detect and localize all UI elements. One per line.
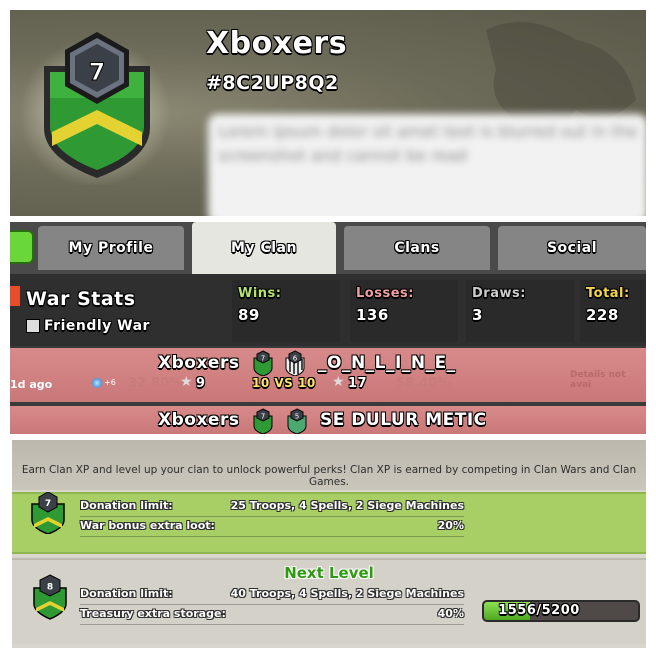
tab-bar: My Profile My Clan Clans Social xyxy=(10,222,646,274)
opponent-badge-icon: 5 xyxy=(287,408,307,434)
tab-social[interactable]: Social xyxy=(498,226,646,270)
perk-row: Donation limit: 25 Troops, 4 Spells, 2 S… xyxy=(80,496,464,517)
perks-intro-text: Earn Clan XP and level up your clan to u… xyxy=(21,464,637,488)
clan-xp-text: 1556/5200 xyxy=(498,603,580,618)
perk-row: Donation limit: 40 Troops, 4 Spells, 2 S… xyxy=(80,584,464,605)
war-log-entry[interactable]: Xboxers 7 5 SE DULUR METIC xyxy=(10,406,646,434)
clan-badge-icon: 7 xyxy=(253,408,273,434)
star-icon: ★ xyxy=(180,374,193,390)
war-time-ago: 1d ago xyxy=(10,378,53,391)
tab-my-profile[interactable]: My Profile xyxy=(38,226,184,270)
our-stars: 9 xyxy=(196,376,206,391)
tab-clans[interactable]: Clans xyxy=(344,226,490,270)
stat-total: Total: 228 xyxy=(580,280,646,342)
clan-header-panel: 7 Xboxers #8C2UP8Q2 Lorem ipsum dolor si… xyxy=(10,10,646,216)
svg-text:7: 7 xyxy=(261,413,265,421)
svg-text:5: 5 xyxy=(295,413,299,421)
opponent-clan-name: _O_N_L_I_N_E_ xyxy=(318,353,456,373)
xp-gain: +6 xyxy=(104,378,116,387)
war-clan-name: Xboxers xyxy=(158,353,240,373)
their-stars: 17 xyxy=(348,376,368,391)
current-level-perks: 7 Donation limit: 25 Troops, 4 Spells, 2… xyxy=(12,492,646,554)
details-not-available: Details not avai xyxy=(570,370,626,390)
back-button[interactable] xyxy=(10,230,34,264)
friendly-war-toggle[interactable]: Friendly War xyxy=(26,318,150,334)
their-destruction: 58.40% xyxy=(396,376,451,391)
clan-name: Xboxers xyxy=(206,26,348,61)
svg-text:7: 7 xyxy=(261,355,265,363)
clan-xp-icon xyxy=(92,378,102,388)
war-clan-name: Xboxers xyxy=(158,410,240,430)
current-level-badge-icon: 7 xyxy=(31,492,65,534)
friendly-war-checkbox[interactable] xyxy=(26,319,40,333)
svg-text:7: 7 xyxy=(89,58,106,86)
next-level-title: Next Level xyxy=(284,564,374,582)
war-size: 10 VS 10 xyxy=(252,376,316,390)
war-log-panel: My Profile My Clan Clans Social War Stat… xyxy=(10,222,646,434)
war-stats-title: War Stats xyxy=(26,288,136,310)
clan-tag: #8C2UP8Q2 xyxy=(206,72,339,94)
opponent-clan-name: SE DULUR METIC xyxy=(320,410,487,430)
clan-perks-panel: Earn Clan XP and level up your clan to u… xyxy=(12,440,646,648)
clan-badge-icon: 7 xyxy=(253,350,273,376)
war-log-entry[interactable]: Xboxers 7 6 _O_N_L_I_N_E_ 1d ago +6 32.8… xyxy=(10,348,646,402)
next-level-perks: Next Level 8 Donation limit: 40 Troops, … xyxy=(12,558,646,644)
clan-xp-progress-bar: 1556/5200 xyxy=(482,600,640,622)
stat-losses: Losses: 136 xyxy=(350,280,458,342)
war-stats-icon xyxy=(10,286,20,306)
perk-row: War bonus extra loot: 20% xyxy=(80,516,464,537)
opponent-badge-icon: 6 xyxy=(285,350,305,376)
next-level-badge-icon: 8 xyxy=(33,574,67,620)
svg-text:8: 8 xyxy=(47,583,53,593)
svg-text:7: 7 xyxy=(45,499,51,509)
svg-text:6: 6 xyxy=(293,355,298,363)
clan-description-blurred: Lorem ipsum dolor sit amet text is blurr… xyxy=(208,114,646,216)
clan-badge-icon[interactable]: 7 xyxy=(34,28,160,178)
stat-wins: Wins: 89 xyxy=(232,280,340,342)
stat-draws: Draws: 3 xyxy=(466,280,574,342)
tab-my-clan[interactable]: My Clan xyxy=(192,222,336,274)
our-destruction: 32.80% xyxy=(128,376,183,391)
perk-row: Treasury extra storage: 40% xyxy=(80,604,464,625)
star-icon: ★ xyxy=(332,374,345,390)
